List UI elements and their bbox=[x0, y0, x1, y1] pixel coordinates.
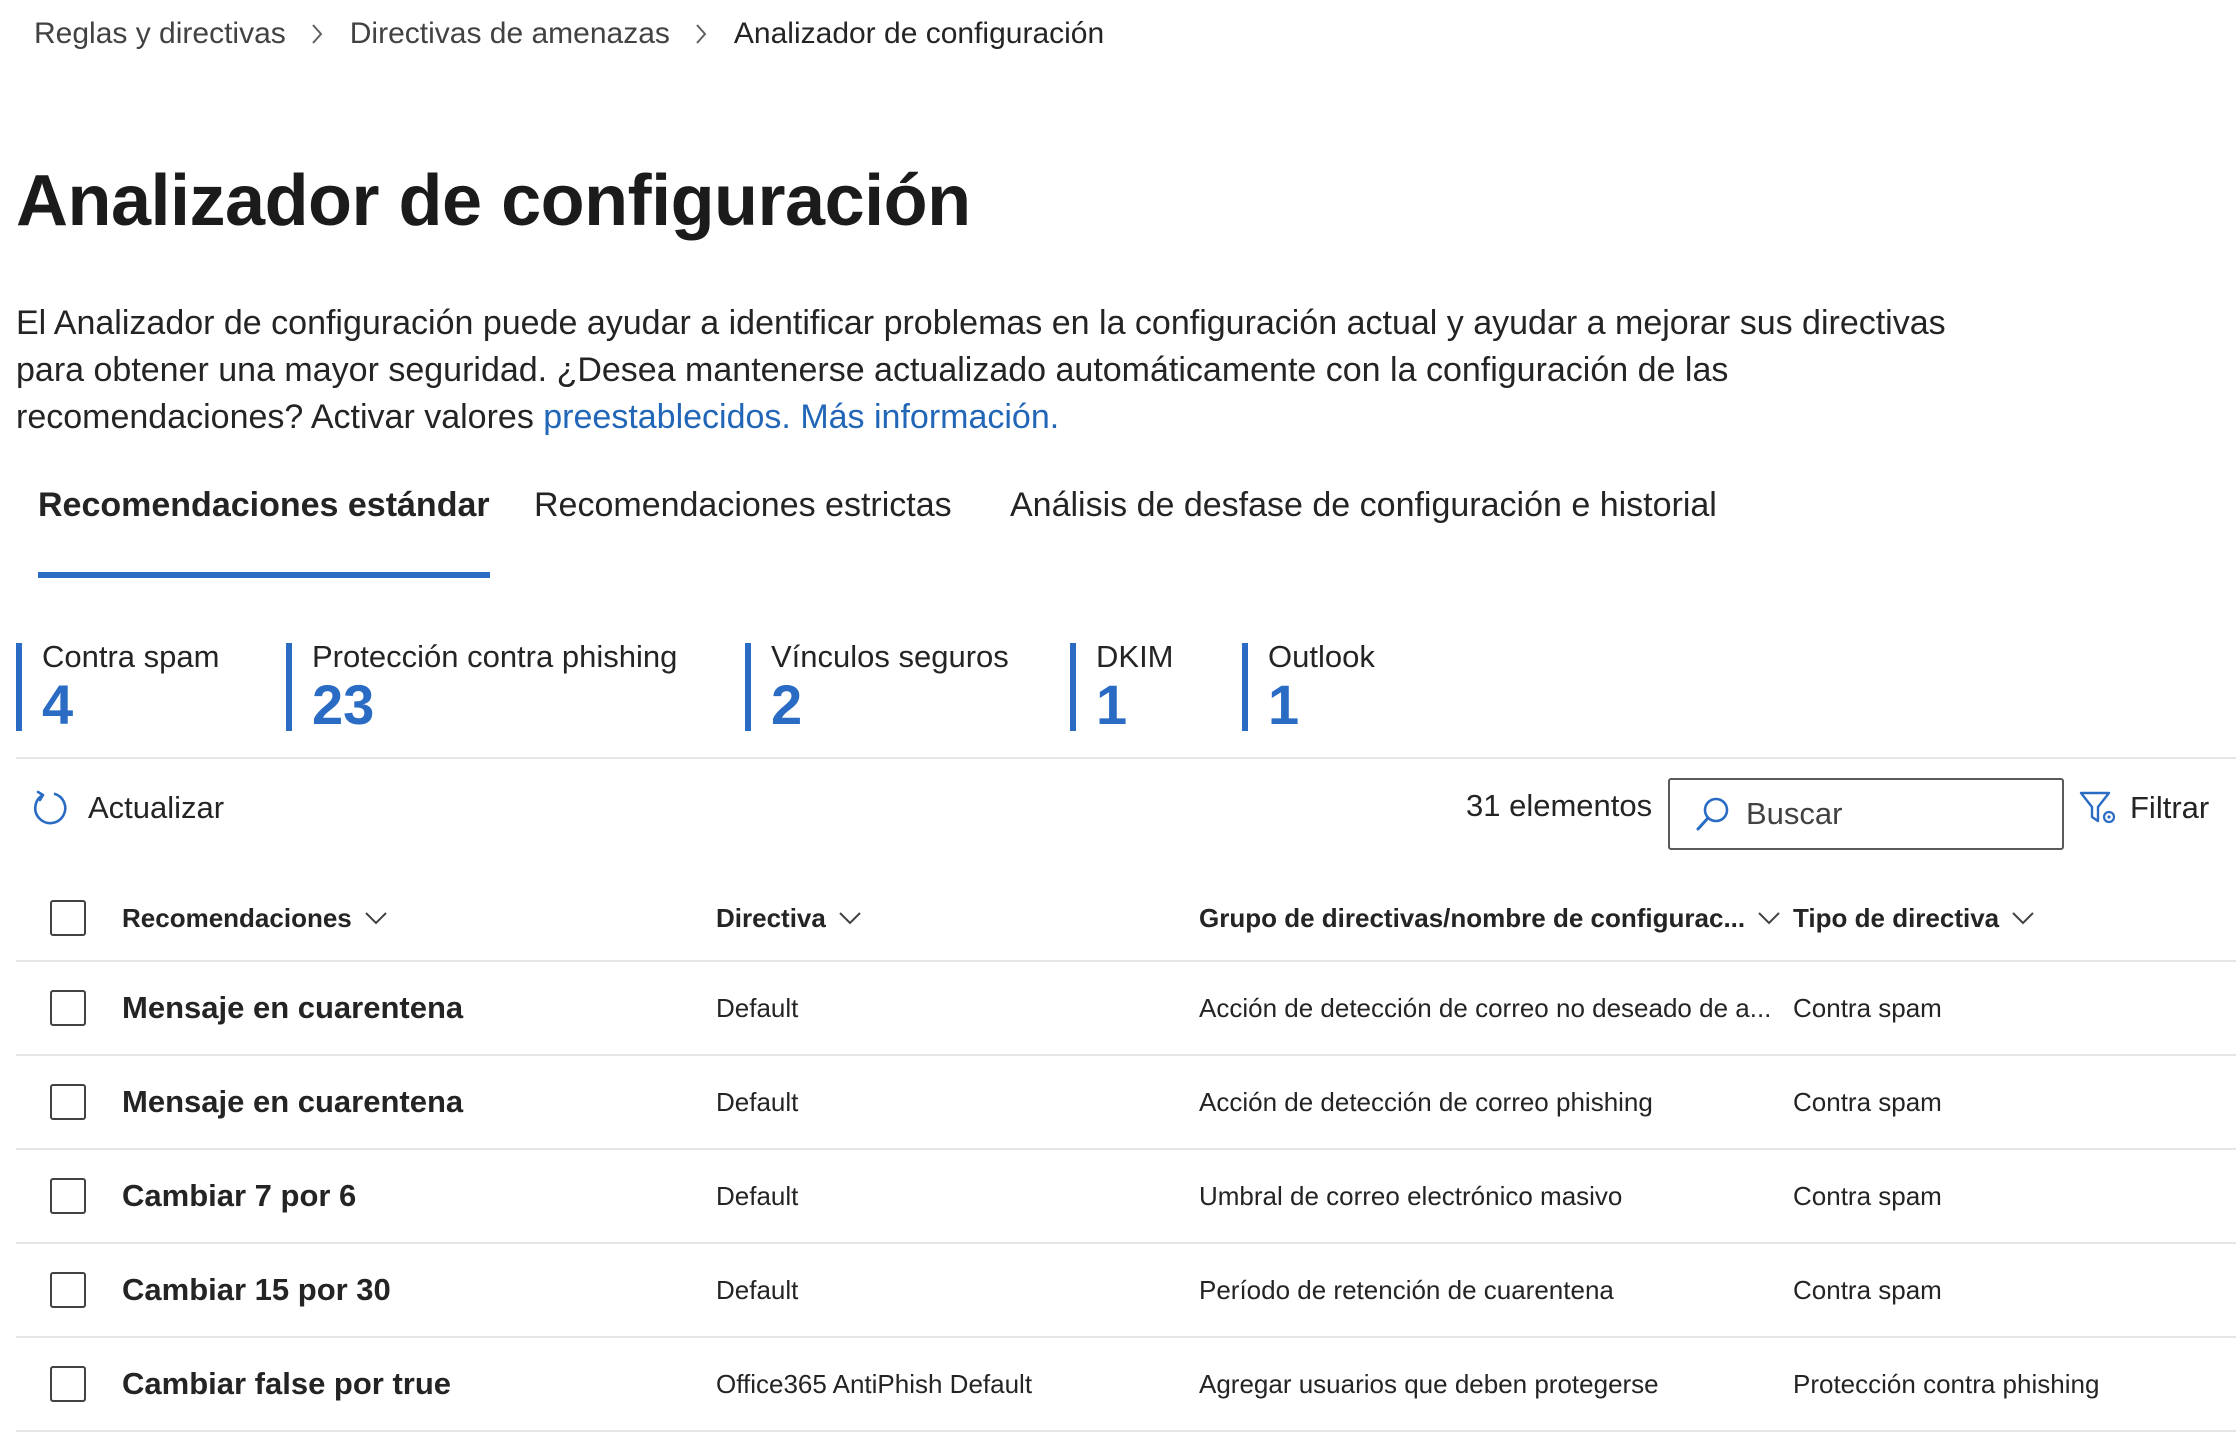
cell-policy-group: Acción de detección de correo phishing bbox=[1199, 1056, 1799, 1148]
cell-policy-group-text: Agregar usuarios que deben protegerse bbox=[1199, 1368, 1659, 1399]
column-header-policy-type[interactable]: Tipo de directiva bbox=[1793, 876, 2233, 960]
stat-label: Outlook bbox=[1268, 639, 1375, 674]
stat-value: 2 bbox=[771, 673, 803, 736]
active-tab-indicator bbox=[38, 572, 490, 578]
filter-settings-icon bbox=[2079, 791, 2116, 824]
tab-label: Recomendaciones estándar bbox=[38, 486, 490, 524]
chevron-right-icon bbox=[694, 22, 708, 46]
stat-accent-bar bbox=[745, 643, 751, 731]
chevron-down-icon bbox=[1758, 912, 1780, 925]
stat-accent-bar bbox=[286, 643, 292, 731]
column-header-label: Directiva bbox=[716, 902, 826, 933]
stat-accent-bar bbox=[1242, 643, 1248, 731]
chevron-down-icon bbox=[365, 912, 387, 925]
cell-policy: Default bbox=[716, 992, 799, 1023]
cell-policy-type: Contra spam bbox=[1793, 1086, 1942, 1117]
column-header-label: Tipo de directiva bbox=[1793, 902, 2000, 933]
refresh-button[interactable]: Actualizar bbox=[30, 786, 224, 830]
stat-label: Contra spam bbox=[42, 639, 220, 674]
stat-accent-bar bbox=[1070, 643, 1076, 731]
cell-policy-type: Protección contra phishing bbox=[1793, 1368, 2100, 1399]
stat-value: 1 bbox=[1096, 673, 1128, 736]
search-box[interactable] bbox=[1668, 778, 2064, 850]
page: Reglas y directivas Directivas de amenaz… bbox=[0, 0, 2236, 1442]
row-checkbox[interactable] bbox=[50, 1366, 86, 1402]
tab-drift-analysis-history[interactable]: Análisis de desfase de configuración e h… bbox=[1010, 486, 1717, 578]
breadcrumb-item-directivas[interactable]: Directivas de amenazas bbox=[350, 17, 670, 51]
breadcrumb: Reglas y directivas Directivas de amenaz… bbox=[34, 12, 1104, 56]
tab-strict-recommendations[interactable]: Recomendaciones estrictas bbox=[534, 486, 952, 578]
presets-link[interactable]: preestablecidos. bbox=[543, 398, 791, 436]
stat-label: DKIM bbox=[1096, 639, 1174, 674]
cell-policy-type: Contra spam bbox=[1793, 1180, 1942, 1211]
divider bbox=[16, 757, 2236, 759]
refresh-icon bbox=[33, 790, 67, 825]
page-title: Analizador de configuración bbox=[16, 161, 971, 241]
breadcrumb-item-reglas[interactable]: Reglas y directivas bbox=[34, 17, 286, 51]
cell-policy-group: Agregar usuarios que deben protegerse bbox=[1199, 1338, 1799, 1430]
stat-value: 1 bbox=[1268, 673, 1300, 736]
cell-recommendation[interactable]: Cambiar 15 por 30 bbox=[122, 1244, 702, 1336]
search-icon bbox=[1696, 797, 1729, 831]
search-input[interactable] bbox=[1746, 796, 2046, 832]
column-header-label: Grupo de directivas/nombre de configurac… bbox=[1199, 902, 1746, 933]
cell-policy-group-text: Acción de detección de correo phishing bbox=[1199, 1086, 1653, 1117]
chevron-right-icon bbox=[310, 22, 324, 46]
row-checkbox[interactable] bbox=[50, 1178, 86, 1214]
cell-policy: Default bbox=[716, 1180, 799, 1211]
cell-policy-group-text: Acción de detección de correo no deseado… bbox=[1199, 992, 1772, 1023]
cell-policy-group-text: Período de retención de cuarentena bbox=[1199, 1274, 1614, 1305]
cell-recommendation[interactable]: Mensaje en cuarentena bbox=[122, 962, 702, 1054]
row-checkbox[interactable] bbox=[50, 990, 86, 1026]
tab-label: Análisis de desfase de configuración e h… bbox=[1010, 486, 1717, 524]
stat-antispam[interactable]: Contra spam 4 bbox=[16, 639, 220, 736]
column-header-label: Recomendaciones bbox=[122, 902, 352, 933]
page-description: El Analizador de configuración puede ayu… bbox=[16, 300, 1976, 441]
cell-policy: Default bbox=[716, 1274, 799, 1305]
column-header-policy-group[interactable]: Grupo de directivas/nombre de configurac… bbox=[1199, 876, 1799, 960]
stat-antiphishing[interactable]: Protección contra phishing 23 bbox=[286, 639, 678, 736]
chevron-down-icon bbox=[839, 912, 861, 925]
row-checkbox[interactable] bbox=[50, 1272, 86, 1308]
table-header-row: Recomendaciones Directiva Grupo de direc… bbox=[16, 876, 2236, 962]
stat-label: Protección contra phishing bbox=[312, 639, 678, 674]
stat-safe-links[interactable]: Vínculos seguros 2 bbox=[745, 639, 1009, 736]
cell-recommendation[interactable]: Cambiar false por true bbox=[122, 1338, 702, 1430]
stat-value: 23 bbox=[312, 673, 375, 736]
cell-recommendation[interactable]: Mensaje en cuarentena bbox=[122, 1056, 702, 1148]
tab-standard-recommendations[interactable]: Recomendaciones estándar bbox=[38, 486, 490, 578]
table-row[interactable]: Cambiar 15 por 30 Default Período de ret… bbox=[16, 1244, 2236, 1338]
cell-policy: Office365 AntiPhish Default bbox=[716, 1368, 1033, 1399]
cell-policy-group: Umbral de correo electrónico masivo bbox=[1199, 1150, 1799, 1242]
table-row[interactable]: Mensaje en cuarentena Default Acción de … bbox=[16, 1056, 2236, 1150]
table-row[interactable]: Cambiar 7 por 6 Default Umbral de correo… bbox=[16, 1150, 2236, 1244]
select-all-checkbox[interactable] bbox=[50, 900, 86, 936]
column-header-policy[interactable]: Directiva bbox=[716, 876, 1196, 960]
cell-recommendation[interactable]: Cambiar 7 por 6 bbox=[122, 1150, 702, 1242]
table-row[interactable]: Mensaje en cuarentena Default Acción de … bbox=[16, 962, 2236, 1056]
cell-policy-type: Contra spam bbox=[1793, 992, 1942, 1023]
recommendations-table: Recomendaciones Directiva Grupo de direc… bbox=[16, 876, 2236, 1432]
item-count: 31 elementos bbox=[1466, 788, 1653, 823]
cell-policy-type: Contra spam bbox=[1793, 1274, 1942, 1305]
table-row[interactable]: Cambiar false por true Office365 AntiPhi… bbox=[16, 1338, 2236, 1432]
cell-policy-group: Período de retención de cuarentena bbox=[1199, 1244, 1799, 1336]
filter-button[interactable]: Filtrar bbox=[2078, 786, 2209, 830]
stat-accent-bar bbox=[16, 643, 22, 731]
stat-label: Vínculos seguros bbox=[771, 639, 1009, 674]
stat-value: 4 bbox=[42, 673, 74, 736]
more-info-link[interactable]: Más información. bbox=[800, 398, 1059, 436]
tab-label: Recomendaciones estrictas bbox=[534, 486, 952, 524]
breadcrumb-item-current: Analizador de configuración bbox=[733, 17, 1105, 50]
filter-label: Filtrar bbox=[2130, 790, 2210, 825]
cell-policy: Default bbox=[716, 1086, 799, 1117]
stat-dkim[interactable]: DKIM 1 bbox=[1070, 639, 1174, 736]
cell-policy-group: Acción de detección de correo no deseado… bbox=[1199, 962, 1799, 1054]
column-header-recommendations[interactable]: Recomendaciones bbox=[122, 876, 702, 960]
chevron-down-icon bbox=[2012, 912, 2034, 925]
stat-outlook[interactable]: Outlook 1 bbox=[1242, 639, 1375, 736]
cell-policy-group-text: Umbral de correo electrónico masivo bbox=[1199, 1180, 1623, 1211]
row-checkbox[interactable] bbox=[50, 1084, 86, 1120]
refresh-label: Actualizar bbox=[88, 790, 225, 825]
